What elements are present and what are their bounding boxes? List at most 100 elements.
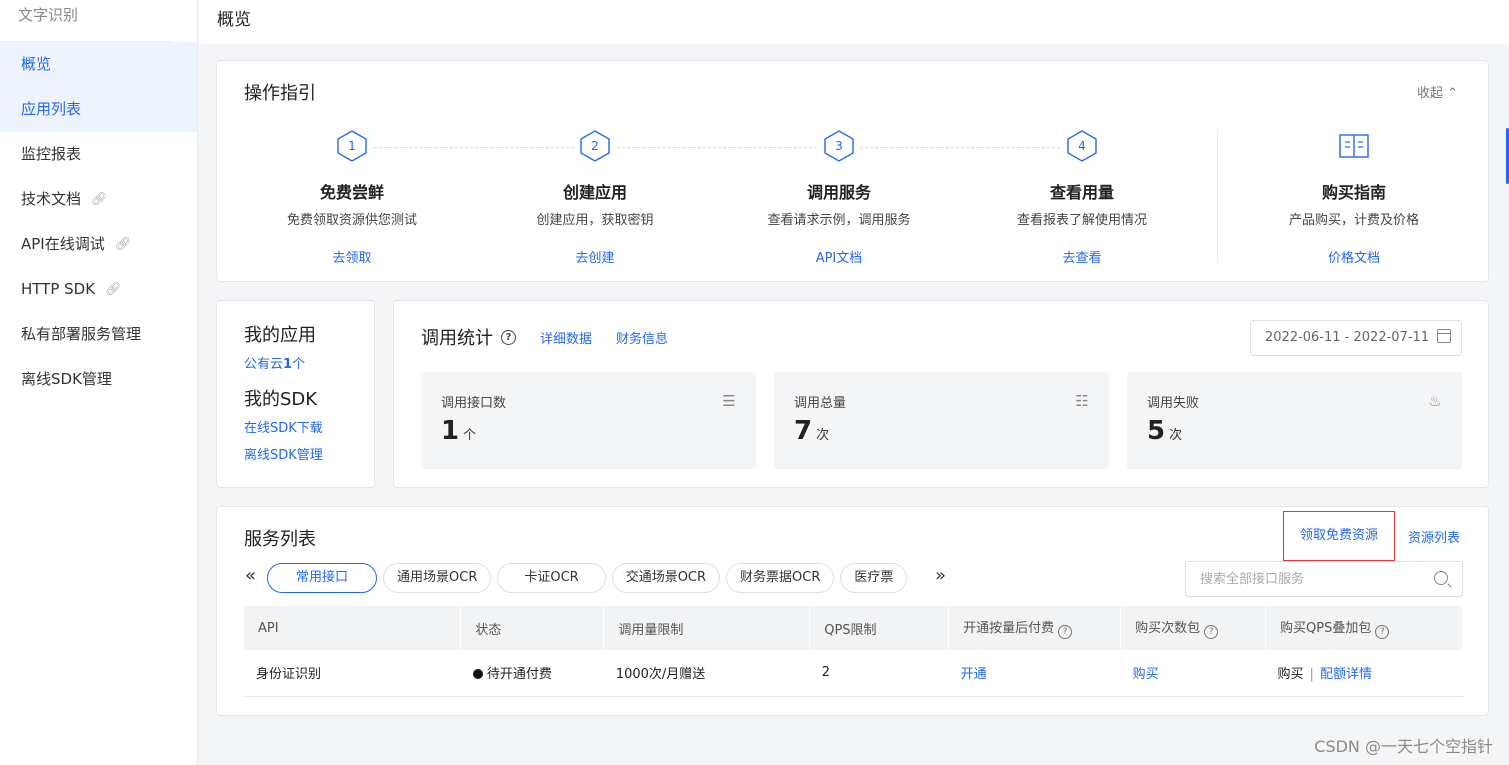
buy-qps-link[interactable]: 购买 (1278, 667, 1304, 682)
step-description: 创建应用，获取密钥 (536, 213, 654, 228)
metric-unit: 次 (1169, 428, 1183, 443)
sidebar-item-offline-sdk[interactable]: 离线SDK管理 (0, 357, 197, 402)
detail-data-link[interactable]: 详细数据 (540, 328, 592, 347)
sidebar-item-label: 概览 (21, 55, 52, 73)
sidebar-item-api-debug[interactable]: API在线调试 🔗︎ (0, 222, 197, 267)
sidebar-item-label: 监控报表 (21, 145, 82, 163)
my-app-card: 我的应用 公有云1个 我的SDK 在线SDK下载 离线SDK管理 (216, 300, 375, 488)
metric-label: 调用总量 (794, 396, 847, 411)
limit-cell: 1000次/月赠送 (603, 650, 810, 697)
purchase-description: 产品购买，计费及价格 (1288, 213, 1419, 228)
status-text: 待开通付费 (486, 667, 552, 683)
external-link-icon: 🔗︎ (91, 192, 108, 207)
buy-pack-link[interactable]: 购买 (1133, 667, 1159, 682)
column-header-label: 购买QPS叠加包 (1280, 621, 1372, 636)
metric-value: 1个 (441, 416, 476, 446)
metric-interfaces: 调用接口数 1个 ☰ (421, 372, 756, 469)
column-header: API (244, 606, 462, 650)
help-icon[interactable]: ? (1204, 625, 1219, 639)
claim-free-resource-button[interactable]: 领取免费资源 (1283, 511, 1395, 561)
sidebar-item-label: 技术文档 (21, 190, 82, 208)
sidebar-item-tech-docs[interactable]: 技术文档 🔗︎ (0, 177, 197, 222)
date-range-picker[interactable]: 2022-06-11 - 2022-07-11 (1250, 320, 1462, 356)
sidebar-item-http-sdk[interactable]: HTTP SDK 🔗︎ (0, 267, 197, 312)
qps-buy-cell: 购买 | 配额详情 (1265, 650, 1463, 697)
help-icon[interactable]: ? (1375, 625, 1390, 639)
sidebar-item-label: HTTP SDK (21, 280, 96, 298)
enable-postpaid-link[interactable]: 开通 (961, 667, 987, 682)
hexagon-icon: 4 (1067, 130, 1097, 162)
guide-step-3: 3 调用服务 查看请求示例，调用服务 API文档 (719, 129, 959, 266)
sidebar-item-app-list[interactable]: 应用列表 (0, 87, 197, 132)
tab-medical-ocr[interactable]: 医疗票 (840, 563, 908, 593)
finance-info-link[interactable]: 财务信息 (616, 328, 668, 347)
svg-text:3: 3 (835, 139, 843, 153)
sidebar-item-private-deploy[interactable]: 私有部署服务管理 (0, 312, 197, 357)
help-icon[interactable]: ? (1058, 625, 1073, 639)
step-link-view-usage[interactable]: 去查看 (962, 247, 1202, 266)
step-title: 调用服务 (806, 183, 871, 202)
pricing-docs-link[interactable]: 价格文档 (1234, 247, 1474, 266)
stats-title-wrap: 调用统计? (421, 324, 516, 350)
calendar-icon (1437, 329, 1451, 343)
date-range-value: 2022-06-11 - 2022-07-11 (1265, 330, 1430, 345)
step-description: 查看报表了解使用情况 (1016, 213, 1147, 228)
grid-icon: ☷ (1075, 392, 1089, 410)
public-cloud-label: 公有云 (244, 357, 284, 372)
search-input[interactable] (1185, 561, 1463, 597)
sdk-download-link[interactable]: 在线SDK下载 (244, 417, 323, 436)
public-cloud-link[interactable]: 公有云1个 (244, 353, 305, 372)
guide-title: 操作指引 (244, 83, 316, 104)
svg-text:2: 2 (591, 139, 599, 153)
table-header-row: API 状态 调用量限制 QPS限制 开通按量后付费? 购买次数包? 购买QPS… (244, 606, 1463, 650)
hexagon-icon: 3 (824, 130, 854, 162)
tab-traffic-ocr[interactable]: 交通场景OCR (611, 563, 721, 593)
resource-list-link[interactable]: 资源列表 (1408, 527, 1460, 546)
quota-detail-link[interactable]: 配额详情 (1320, 667, 1372, 682)
step-title: 免费尝鲜 (319, 183, 384, 202)
qps-cell: 2 (809, 650, 949, 697)
sidebar-item-monitoring[interactable]: 监控报表 (0, 132, 197, 177)
sidebar-item-overview[interactable]: 概览 (0, 42, 197, 87)
external-link-icon: 🔗︎ (105, 282, 122, 297)
metric-number: 7 (794, 416, 813, 446)
collapse-button[interactable]: 收起 ⌃ (1417, 82, 1458, 101)
metric-label: 调用接口数 (441, 396, 507, 411)
column-header: 开通按量后付费? (948, 606, 1122, 650)
step-link-api-docs[interactable]: API文档 (719, 247, 959, 266)
postpaid-cell: 开通 (948, 650, 1121, 697)
chevron-double-left-icon[interactable]: « (245, 565, 256, 586)
page-title: 概览 (217, 10, 251, 30)
step-description: 免费领取资源供您测试 (286, 213, 417, 228)
help-icon[interactable]: ? (501, 329, 516, 345)
column-header-label: 购买次数包 (1135, 621, 1201, 636)
sidebar: 文字识别 概览 应用列表 监控报表 技术文档 🔗︎ API在线调试 🔗︎ HTTP … (0, 0, 198, 765)
metric-unit: 个 (463, 428, 477, 443)
metric-label: 调用失败 (1147, 396, 1200, 411)
collapse-label: 收起 (1416, 86, 1443, 101)
search-icon[interactable] (1434, 571, 1448, 585)
chevron-double-right-icon[interactable]: » (935, 565, 946, 586)
tab-common-api[interactable]: 常用接口 (267, 563, 378, 593)
step-link-create[interactable]: 去创建 (475, 247, 715, 266)
column-header: 购买QPS叠加包? (1265, 606, 1463, 650)
svg-text:4: 4 (1078, 139, 1086, 153)
my-sdk-title: 我的SDK (244, 389, 318, 410)
sidebar-item-label: API在线调试 (21, 235, 105, 253)
guide-card: 操作指引 收起 ⌃ 1 免费尝鲜 免费领取资源供您测试 去领取 2 创建应用 创… (216, 60, 1489, 282)
book-icon (1339, 134, 1369, 158)
external-link-icon: 🔗︎ (114, 237, 132, 252)
step-title: 创建应用 (562, 183, 627, 202)
step-link-claim[interactable]: 去领取 (232, 247, 472, 266)
tab-finance-ocr[interactable]: 财务票据OCR (726, 563, 835, 593)
divider (1217, 129, 1218, 263)
stats-card: 调用统计? 详细数据 财务信息 2022-06-11 - 2022-07-11 … (393, 300, 1489, 488)
tab-general-ocr[interactable]: 通用场景OCR (383, 563, 492, 593)
my-app-title: 我的应用 (244, 325, 316, 346)
guide-step-2: 2 创建应用 创建应用，获取密钥 去创建 (475, 129, 715, 266)
purchase-title: 购买指南 (1321, 183, 1386, 202)
tab-card-ocr[interactable]: 卡证OCR (497, 563, 606, 593)
public-cloud-count: 1 (283, 357, 293, 372)
offline-sdk-link[interactable]: 离线SDK管理 (244, 444, 323, 463)
status-dot-icon (472, 669, 483, 680)
